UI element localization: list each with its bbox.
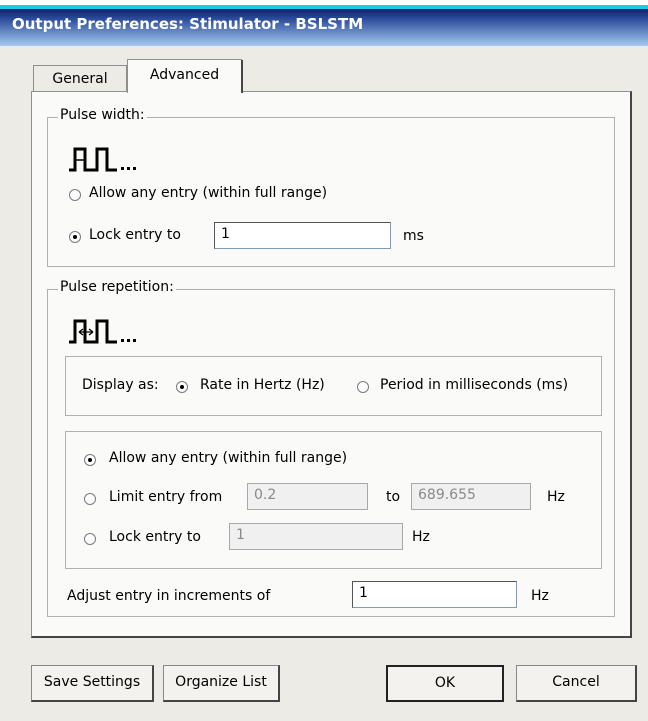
entry-options-box: Allow any entry (within full range) Limi… [65, 431, 602, 569]
display-as-label: Display as: [82, 377, 159, 393]
pulse-width-lock-label: Lock entry to [89, 227, 181, 243]
repetition-limit-label: Limit entry from [109, 489, 223, 505]
display-period-label: Period in milliseconds (ms) [380, 377, 569, 393]
tab-advanced-label: Advanced [149, 67, 220, 83]
cancel-button[interactable]: Cancel [516, 665, 637, 702]
pulse-width-lock-radio[interactable] [69, 231, 81, 243]
tab-general[interactable]: General [33, 65, 127, 92]
pulse-repetition-group-label: Pulse repetition: [58, 279, 176, 295]
advanced-panel: Pulse width: Allow any entry (within ful… [31, 91, 632, 638]
title-bar: Output Preferences: Stimulator - BSLSTM [0, 0, 648, 46]
increment-label: Adjust entry in increments of [67, 588, 271, 604]
pulse-width-icon [69, 147, 136, 172]
repetition-lock-label: Lock entry to [109, 529, 201, 545]
display-as-box: Display as: Rate in Hertz (Hz) Period in… [65, 356, 602, 416]
repetition-lock-radio[interactable] [84, 533, 96, 545]
tab-advanced[interactable]: Advanced [127, 59, 243, 93]
repetition-limit-radio[interactable] [84, 493, 96, 505]
pulse-width-group-label: Pulse width: [58, 107, 147, 123]
tab-general-label: General [52, 71, 108, 87]
display-rate-label: Rate in Hertz (Hz) [200, 377, 325, 393]
organize-list-button[interactable]: Organize List [163, 665, 280, 702]
pulse-width-allow-radio[interactable] [69, 189, 81, 201]
increment-input[interactable]: 1 [352, 581, 517, 608]
increment-unit: Hz [531, 588, 549, 604]
repetition-to-label: to [386, 489, 401, 505]
save-settings-button[interactable]: Save Settings [31, 665, 154, 702]
pulse-repetition-group: Pulse repetition: Display as: Rate in He… [47, 279, 615, 617]
repetition-lock-input[interactable]: 1 [229, 523, 403, 550]
repetition-allow-radio[interactable] [84, 454, 96, 466]
repetition-allow-label: Allow any entry (within full range) [109, 450, 348, 466]
display-period-radio[interactable] [357, 381, 369, 393]
ok-button[interactable]: OK [386, 665, 504, 702]
window-title: Output Preferences: Stimulator - BSLSTM [12, 15, 364, 33]
pulse-width-group: Pulse width: Allow any entry (within ful… [47, 107, 615, 267]
repetition-limit-to-input[interactable]: 689.655 [411, 483, 531, 510]
pulse-width-lock-input[interactable]: 1 [214, 222, 391, 249]
repetition-lock-unit: Hz [412, 529, 430, 545]
repetition-limit-from-input[interactable]: 0.2 [247, 483, 368, 510]
pulse-width-allow-label: Allow any entry (within full range) [89, 185, 328, 201]
repetition-limit-unit: Hz [547, 489, 565, 505]
display-rate-radio[interactable] [176, 381, 188, 393]
pulse-repetition-icon [69, 319, 136, 344]
pulse-width-unit: ms [403, 228, 424, 244]
